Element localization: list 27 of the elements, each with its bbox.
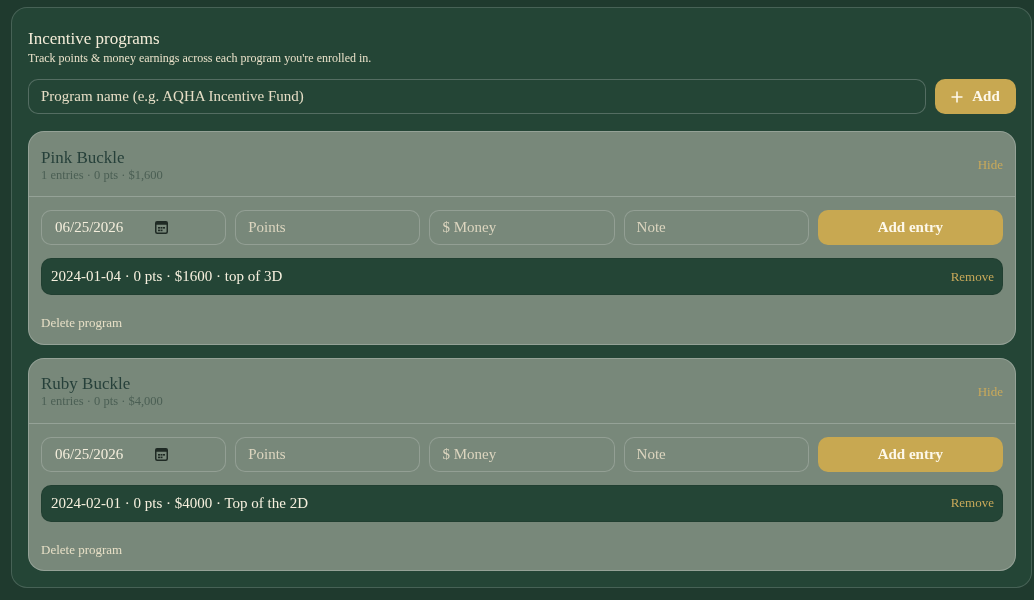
note-field[interactable]: Note [623,210,809,245]
program-name: Ruby Buckle [41,374,132,394]
entry-text: 2024-02-01 · 0 pts · $4000 · Top of the 2D [51,493,308,513]
delete-program-link[interactable]: Delete program [41,313,123,333]
points-field[interactable]: Points [235,436,421,472]
points-field[interactable]: Points [235,210,421,245]
remove-link[interactable]: Remove [950,493,994,513]
calendar-icon [155,221,168,234]
date-field[interactable]: 06/25/2026 [41,436,227,472]
hide-link[interactable]: Hide [977,155,1003,175]
panel-subtitle: Track points & money earnings across each program you're enrolled in. [28,50,373,66]
date-field[interactable]: 06/25/2026 [41,210,227,245]
plus-icon [951,90,964,103]
program-name-field[interactable]: Program name (e.g. AQHA Incentive Fund) [28,79,926,114]
money-field[interactable]: $ Money [429,210,615,245]
money-field[interactable]: $ Money [429,436,615,472]
delete-program-link[interactable]: Delete program [41,539,123,559]
hide-link[interactable]: Hide [977,381,1003,402]
calendar-icon [155,447,168,461]
program-name: Pink Buckle [41,147,126,168]
note-field[interactable]: Note [623,436,809,472]
add-button[interactable]: Add [935,79,1016,114]
remove-link[interactable]: Remove [950,266,994,287]
add-entry-button[interactable]: Add entry [817,436,1003,472]
entry-text: 2024-01-04 · 0 pts · $1600 · top of 3D [51,267,283,287]
panel-title: Incentive programs [28,28,161,50]
add-entry-button[interactable]: Add entry [817,210,1003,245]
